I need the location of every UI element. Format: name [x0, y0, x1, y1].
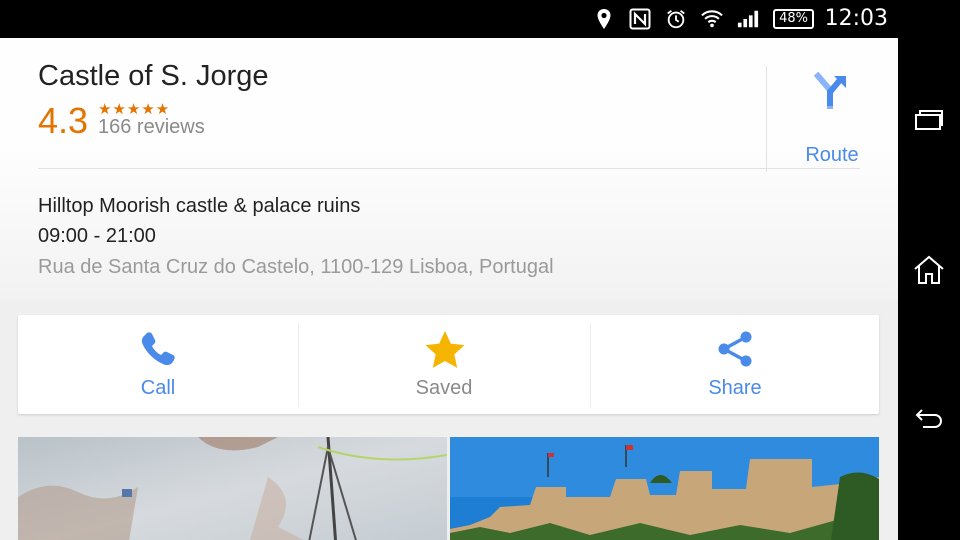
nfc-icon: [629, 8, 651, 30]
star-icon: [424, 329, 465, 369]
navigation-bar: [898, 38, 960, 540]
wall-photo-image: [18, 437, 447, 540]
action-bar: Call Saved Share: [18, 315, 879, 414]
location-icon: [593, 8, 615, 30]
home-icon[interactable]: [909, 250, 949, 290]
header-divider: [38, 168, 860, 169]
reviews-link[interactable]: 166 reviews: [98, 116, 205, 139]
share-icon: [715, 329, 755, 369]
castle-photo-image: [450, 437, 879, 540]
signal-icon: [737, 8, 759, 30]
recent-apps-icon[interactable]: [909, 100, 949, 140]
opening-hours: 09:00 - 21:00: [38, 225, 156, 247]
photo-thumbnail[interactable]: [450, 437, 879, 540]
photo-thumbnail[interactable]: [18, 437, 447, 540]
route-label: Route: [805, 144, 859, 166]
place-address[interactable]: Rua de Santa Cruz do Castelo, 1100-129 L…: [38, 256, 554, 279]
back-icon[interactable]: [909, 400, 949, 440]
status-icons: 48%: [593, 0, 814, 38]
route-divider: [766, 66, 767, 172]
saved-button[interactable]: Saved: [299, 315, 589, 414]
rating-value: 4.3: [38, 100, 89, 141]
share-label: Share: [708, 377, 762, 399]
phone-icon: [138, 329, 178, 369]
wifi-icon: [701, 8, 723, 30]
share-button[interactable]: Share: [591, 315, 879, 414]
route-button[interactable]: Route: [792, 66, 872, 166]
place-title: Castle of S. Jorge: [38, 60, 269, 92]
alarm-icon: [665, 8, 687, 30]
call-label: Call: [140, 377, 176, 399]
directions-icon: [812, 70, 852, 115]
photo-strip: [18, 437, 879, 540]
status-bar: 48% 12:03: [0, 0, 960, 38]
saved-label: Saved: [415, 377, 473, 399]
place-description: Hilltop Moorish castle & palace ruins: [38, 195, 361, 217]
place-details: Castle of S. Jorge 4.3 ★★★★★ 166 reviews…: [0, 38, 898, 540]
clock: 12:03: [824, 6, 888, 31]
call-button[interactable]: Call: [18, 315, 298, 414]
battery-icon: 48%: [773, 9, 814, 29]
place-header-card: Castle of S. Jorge 4.3 ★★★★★ 166 reviews…: [0, 38, 898, 300]
